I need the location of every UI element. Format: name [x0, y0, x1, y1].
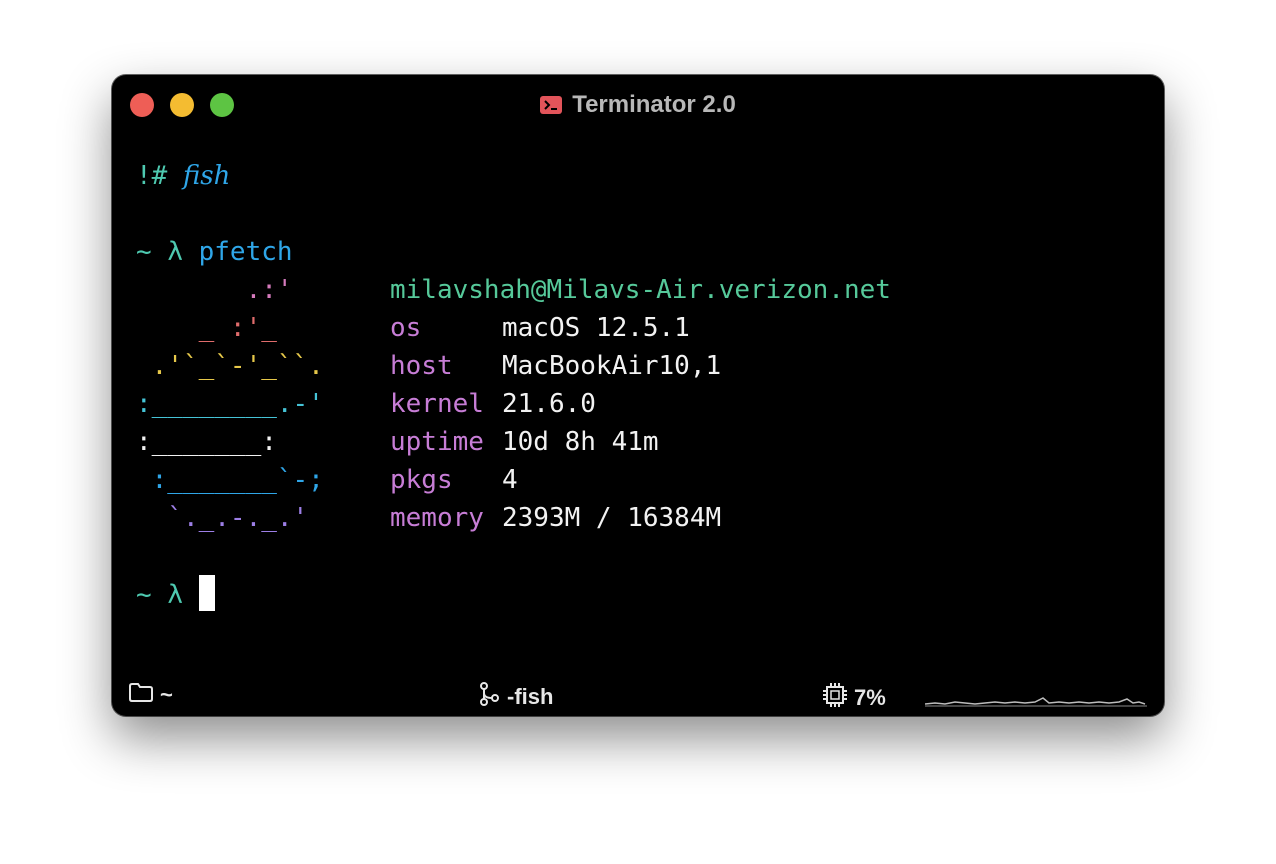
info-value: MacBookAir10,1	[502, 351, 722, 381]
terminal-window: Terminator 2.0 !# fish ~ λ pfetch .:' _ …	[112, 75, 1164, 716]
info-value: macOS 12.5.1	[502, 313, 690, 343]
ascii-art-line-1: .:'	[136, 275, 293, 305]
info-row-host: host MacBookAir10,1	[390, 347, 721, 385]
title-bar[interactable]: Terminator 2.0	[112, 75, 1164, 133]
info-row-kernel: kernel 21.6.0	[390, 385, 596, 423]
info-value: 2393M / 16384M	[502, 503, 722, 533]
info-row-memory: memory 2393M / 16384M	[390, 499, 721, 537]
prompt-lambda: λ	[167, 237, 183, 267]
info-value: 21.6.0	[502, 389, 596, 419]
cwd-text: ~	[160, 682, 173, 707]
shell-name: fish	[182, 161, 231, 191]
info-value: 10d 8h 41m	[502, 427, 659, 457]
text-cursor	[198, 575, 215, 611]
folder-icon	[128, 682, 154, 708]
status-bar: ~ -fish 7%	[112, 674, 1164, 716]
info-row-uptime: uptime 10d 8h 41m	[390, 423, 659, 461]
command-text: pfetch	[198, 237, 293, 267]
command-line: ~ λ pfetch	[136, 233, 293, 271]
info-key: memory	[390, 503, 484, 533]
cpu-chip-icon	[822, 682, 848, 714]
prompt-tilde: ~	[136, 580, 152, 610]
ascii-art-line-6: :_______`-;	[136, 465, 324, 495]
info-row-os: os macOS 12.5.1	[390, 309, 690, 347]
ascii-art-line-7: `._.-._.'	[136, 503, 309, 533]
info-key: os	[390, 313, 422, 343]
cpu-sparkline	[925, 697, 1147, 707]
ascii-art-line-3: .'`_`-'_``.	[136, 351, 324, 381]
cpu-percent: 7%	[854, 685, 886, 710]
shebang-line: !# fish	[136, 157, 230, 195]
info-key: pkgs	[390, 465, 453, 495]
window-title: Terminator 2.0	[112, 91, 1164, 118]
ascii-art-line-4: :________.-'	[136, 389, 324, 419]
input-prompt-line[interactable]: ~ λ	[136, 575, 215, 613]
ascii-art-line-5: :_______:	[136, 427, 277, 457]
user-host: milavshah@Milavs-Air.verizon.net	[390, 275, 891, 305]
process-text: -fish	[507, 684, 554, 709]
window-title-text: Terminator 2.0	[572, 91, 736, 118]
info-key: uptime	[390, 427, 484, 457]
branch-icon	[479, 682, 501, 712]
shebang-prefix: !#	[136, 161, 168, 191]
cwd-indicator[interactable]: ~	[128, 682, 173, 708]
ascii-art-line-2: _ :'_	[136, 313, 277, 343]
terminal-app-icon	[540, 96, 563, 114]
info-key: kernel	[390, 389, 484, 419]
process-indicator[interactable]: -fish	[479, 682, 553, 712]
cpu-indicator[interactable]: 7%	[822, 682, 886, 714]
info-row-pkgs: pkgs 4	[390, 461, 518, 499]
prompt-tilde: ~	[136, 237, 152, 267]
info-key: host	[390, 351, 453, 381]
info-value: 4	[502, 465, 518, 495]
prompt-lambda: λ	[167, 580, 183, 610]
